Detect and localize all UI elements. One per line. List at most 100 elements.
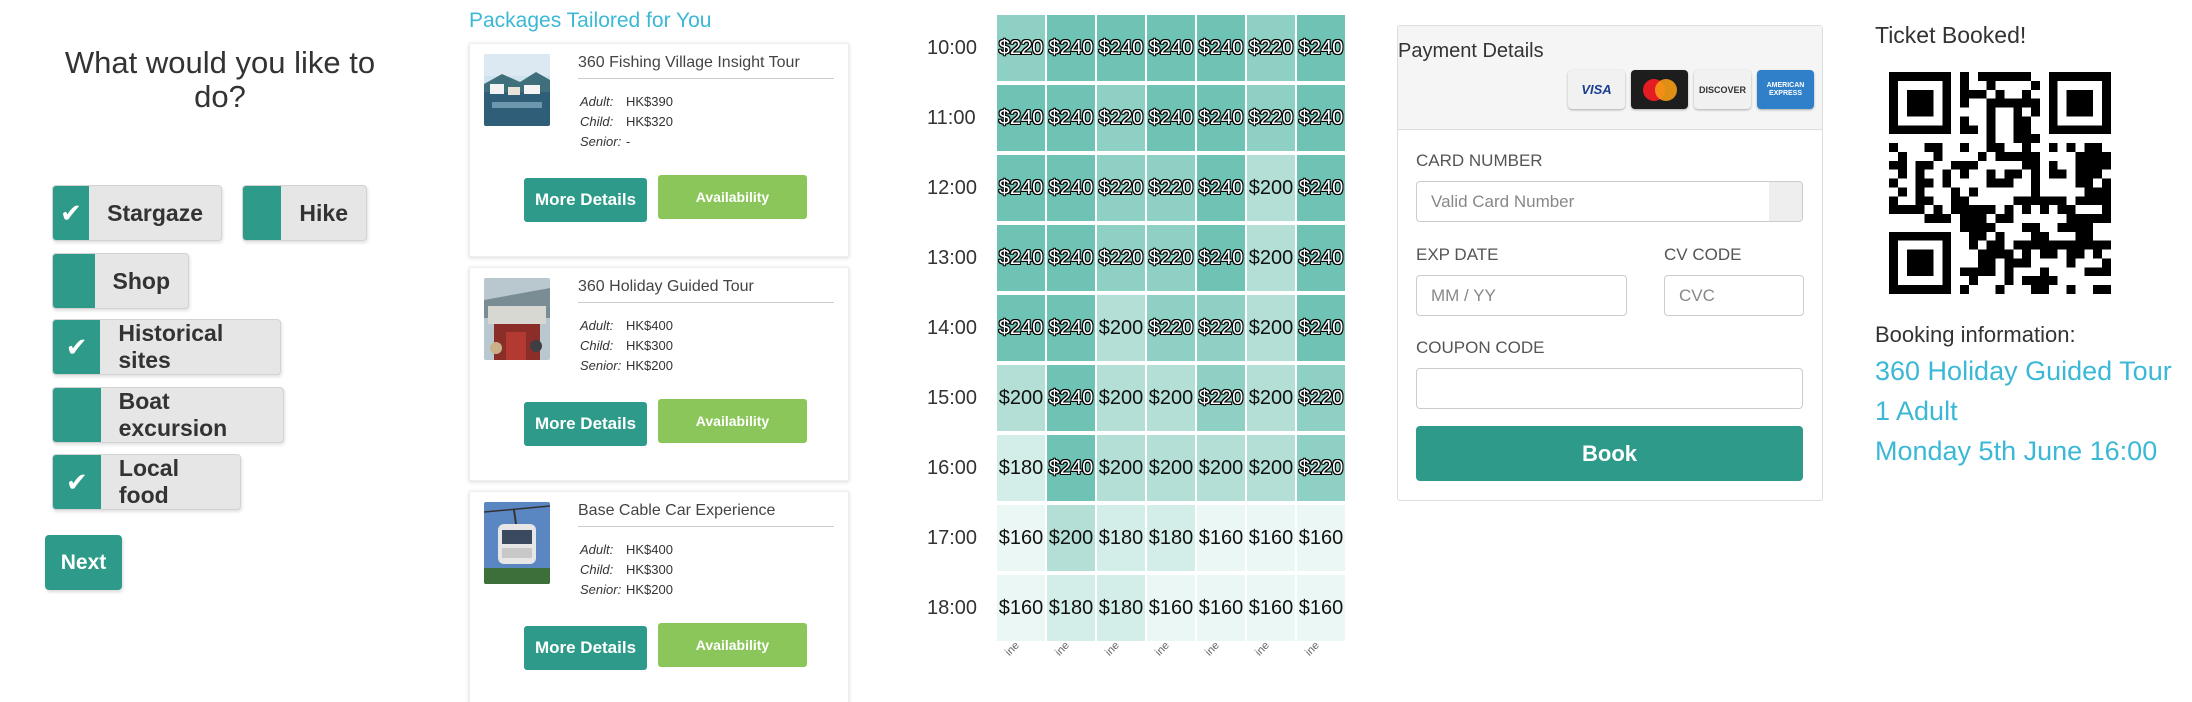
price-cell[interactable]: $160	[1247, 505, 1295, 571]
price-cell[interactable]: $200	[1247, 225, 1295, 291]
price-cell[interactable]: $240	[1047, 15, 1095, 81]
price-label: Senior:	[580, 582, 622, 597]
time-label: 15:00	[927, 387, 978, 409]
price-cell[interactable]: $160	[997, 575, 1045, 641]
price-cell[interactable]: $160	[1197, 505, 1245, 571]
price-cell[interactable]: $200	[1147, 435, 1195, 501]
cable-car-photo	[484, 502, 550, 584]
time-label: 17:00	[927, 527, 978, 549]
price-cell[interactable]: $240	[1297, 85, 1345, 151]
price-cell[interactable]: $180	[1097, 575, 1145, 641]
price-cell[interactable]: $240	[1097, 15, 1145, 81]
price-cell[interactable]: $240	[1197, 225, 1245, 291]
book-button[interactable]: Book	[1416, 426, 1803, 481]
price-cell[interactable]: $200	[1147, 365, 1195, 431]
price-cell[interactable]: $220	[1147, 295, 1195, 361]
price-cell[interactable]: $220	[1247, 85, 1295, 151]
price-cell[interactable]: $200	[1247, 295, 1295, 361]
price-cell[interactable]: $240	[1047, 365, 1095, 431]
visa-icon: VISA	[1568, 70, 1625, 109]
cv-code-input[interactable]	[1664, 275, 1804, 316]
price-cell[interactable]: $160	[997, 505, 1045, 571]
price-cell[interactable]: $240	[1147, 15, 1195, 81]
price-cell[interactable]: $240	[1047, 225, 1095, 291]
more-details-button[interactable]: More Details	[524, 178, 647, 222]
price-cell[interactable]: $200	[1097, 295, 1145, 361]
price-cell[interactable]: $180	[1047, 575, 1095, 641]
availability-button[interactable]: Availability	[658, 399, 807, 443]
activity-shop[interactable]: Shop	[52, 253, 189, 309]
price-cell[interactable]: $240	[997, 155, 1045, 221]
activity-label: Hike	[299, 199, 348, 226]
exp-date-input[interactable]	[1416, 275, 1627, 316]
price-cell[interactable]: $240	[1197, 15, 1245, 81]
price-cell[interactable]: $220	[1297, 365, 1345, 431]
price-cell[interactable]: $160	[1147, 575, 1195, 641]
price-cell[interactable]: $220	[1097, 155, 1145, 221]
card-number-input[interactable]	[1416, 181, 1770, 222]
price-cell[interactable]: $220	[1197, 295, 1245, 361]
packages-title: Packages Tailored for You	[469, 9, 712, 32]
package-name: 360 Fishing Village Insight Tour	[578, 54, 834, 79]
price-cell[interactable]: $200	[1197, 435, 1245, 501]
price-cell[interactable]: $240	[1047, 85, 1095, 151]
availability-button[interactable]: Availability	[658, 175, 807, 219]
price-cell[interactable]: $180	[1097, 505, 1145, 571]
price-cell[interactable]: $240	[1297, 155, 1345, 221]
price-cell[interactable]: $200	[1247, 365, 1295, 431]
next-button[interactable]: Next	[45, 535, 122, 590]
coupon-code-input[interactable]	[1416, 368, 1803, 409]
price-cell[interactable]: $220	[1297, 435, 1345, 501]
price-cell[interactable]: $240	[1297, 225, 1345, 291]
price-cell[interactable]: $220	[1097, 85, 1145, 151]
price-cell[interactable]: $160	[1197, 575, 1245, 641]
price-cell[interactable]: $220	[1147, 155, 1195, 221]
price-cell[interactable]: $240	[1197, 85, 1245, 151]
price-cell[interactable]: $240	[1197, 155, 1245, 221]
price-cell[interactable]: $240	[1297, 295, 1345, 361]
price-cell[interactable]: $200	[1247, 435, 1295, 501]
price-cell[interactable]: $160	[1247, 575, 1295, 641]
activity-historical-sites[interactable]: ✔ Historical sites	[52, 319, 281, 375]
price-value: HK$320	[626, 114, 673, 129]
price-cell[interactable]: $240	[1297, 15, 1345, 81]
price-value: HK$200	[626, 358, 673, 373]
price-cell[interactable]: $200	[1247, 155, 1295, 221]
more-details-button[interactable]: More Details	[524, 402, 647, 446]
price-cell[interactable]: $240	[1147, 85, 1195, 151]
price-cell[interactable]: $160	[1297, 505, 1345, 571]
price-cell[interactable]: $200	[997, 365, 1045, 431]
activity-boat-excursion[interactable]: Boat excursion	[52, 387, 284, 443]
price-cell[interactable]: $240	[1047, 435, 1095, 501]
availability-button[interactable]: Availability	[658, 623, 807, 667]
price-cell[interactable]: $200	[1097, 365, 1145, 431]
price-cell[interactable]: $240	[1047, 155, 1095, 221]
price-cell[interactable]: $240	[1047, 295, 1095, 361]
price-cell[interactable]: $240	[997, 295, 1045, 361]
activity-stargaze[interactable]: ✔ Stargaze	[52, 185, 222, 241]
price-cell[interactable]: $220	[1197, 365, 1245, 431]
day-tick-label: ine	[1103, 639, 1122, 659]
time-label: 12:00	[927, 177, 978, 199]
price-cell[interactable]: $220	[1247, 15, 1295, 81]
checkmark-icon: ✔	[53, 186, 90, 240]
day-tick-label: ine	[1053, 639, 1072, 659]
day-tick-label: ine	[1153, 639, 1172, 659]
price-cell[interactable]: $220	[997, 15, 1045, 81]
exp-date-label: EXP DATE	[1416, 245, 1499, 264]
price-cell[interactable]: $220	[1147, 225, 1195, 291]
price-cell[interactable]: $240	[997, 85, 1045, 151]
time-label: 18:00	[927, 597, 978, 619]
price-cell[interactable]: $240	[997, 225, 1045, 291]
price-cell[interactable]: $160	[1297, 575, 1345, 641]
price-cell[interactable]: $200	[1047, 505, 1095, 571]
price-cell[interactable]: $180	[1147, 505, 1195, 571]
price-cell[interactable]: $180	[997, 435, 1045, 501]
time-label: 13:00	[927, 247, 978, 269]
activity-local-food[interactable]: ✔ Local food	[52, 454, 241, 510]
price-cell[interactable]: $200	[1097, 435, 1145, 501]
more-details-button[interactable]: More Details	[524, 626, 647, 670]
payment-header: Payment Details VISA DISCOVER AMERICAN E…	[1398, 26, 1822, 130]
activity-hike[interactable]: Hike	[242, 185, 367, 241]
price-cell[interactable]: $220	[1097, 225, 1145, 291]
